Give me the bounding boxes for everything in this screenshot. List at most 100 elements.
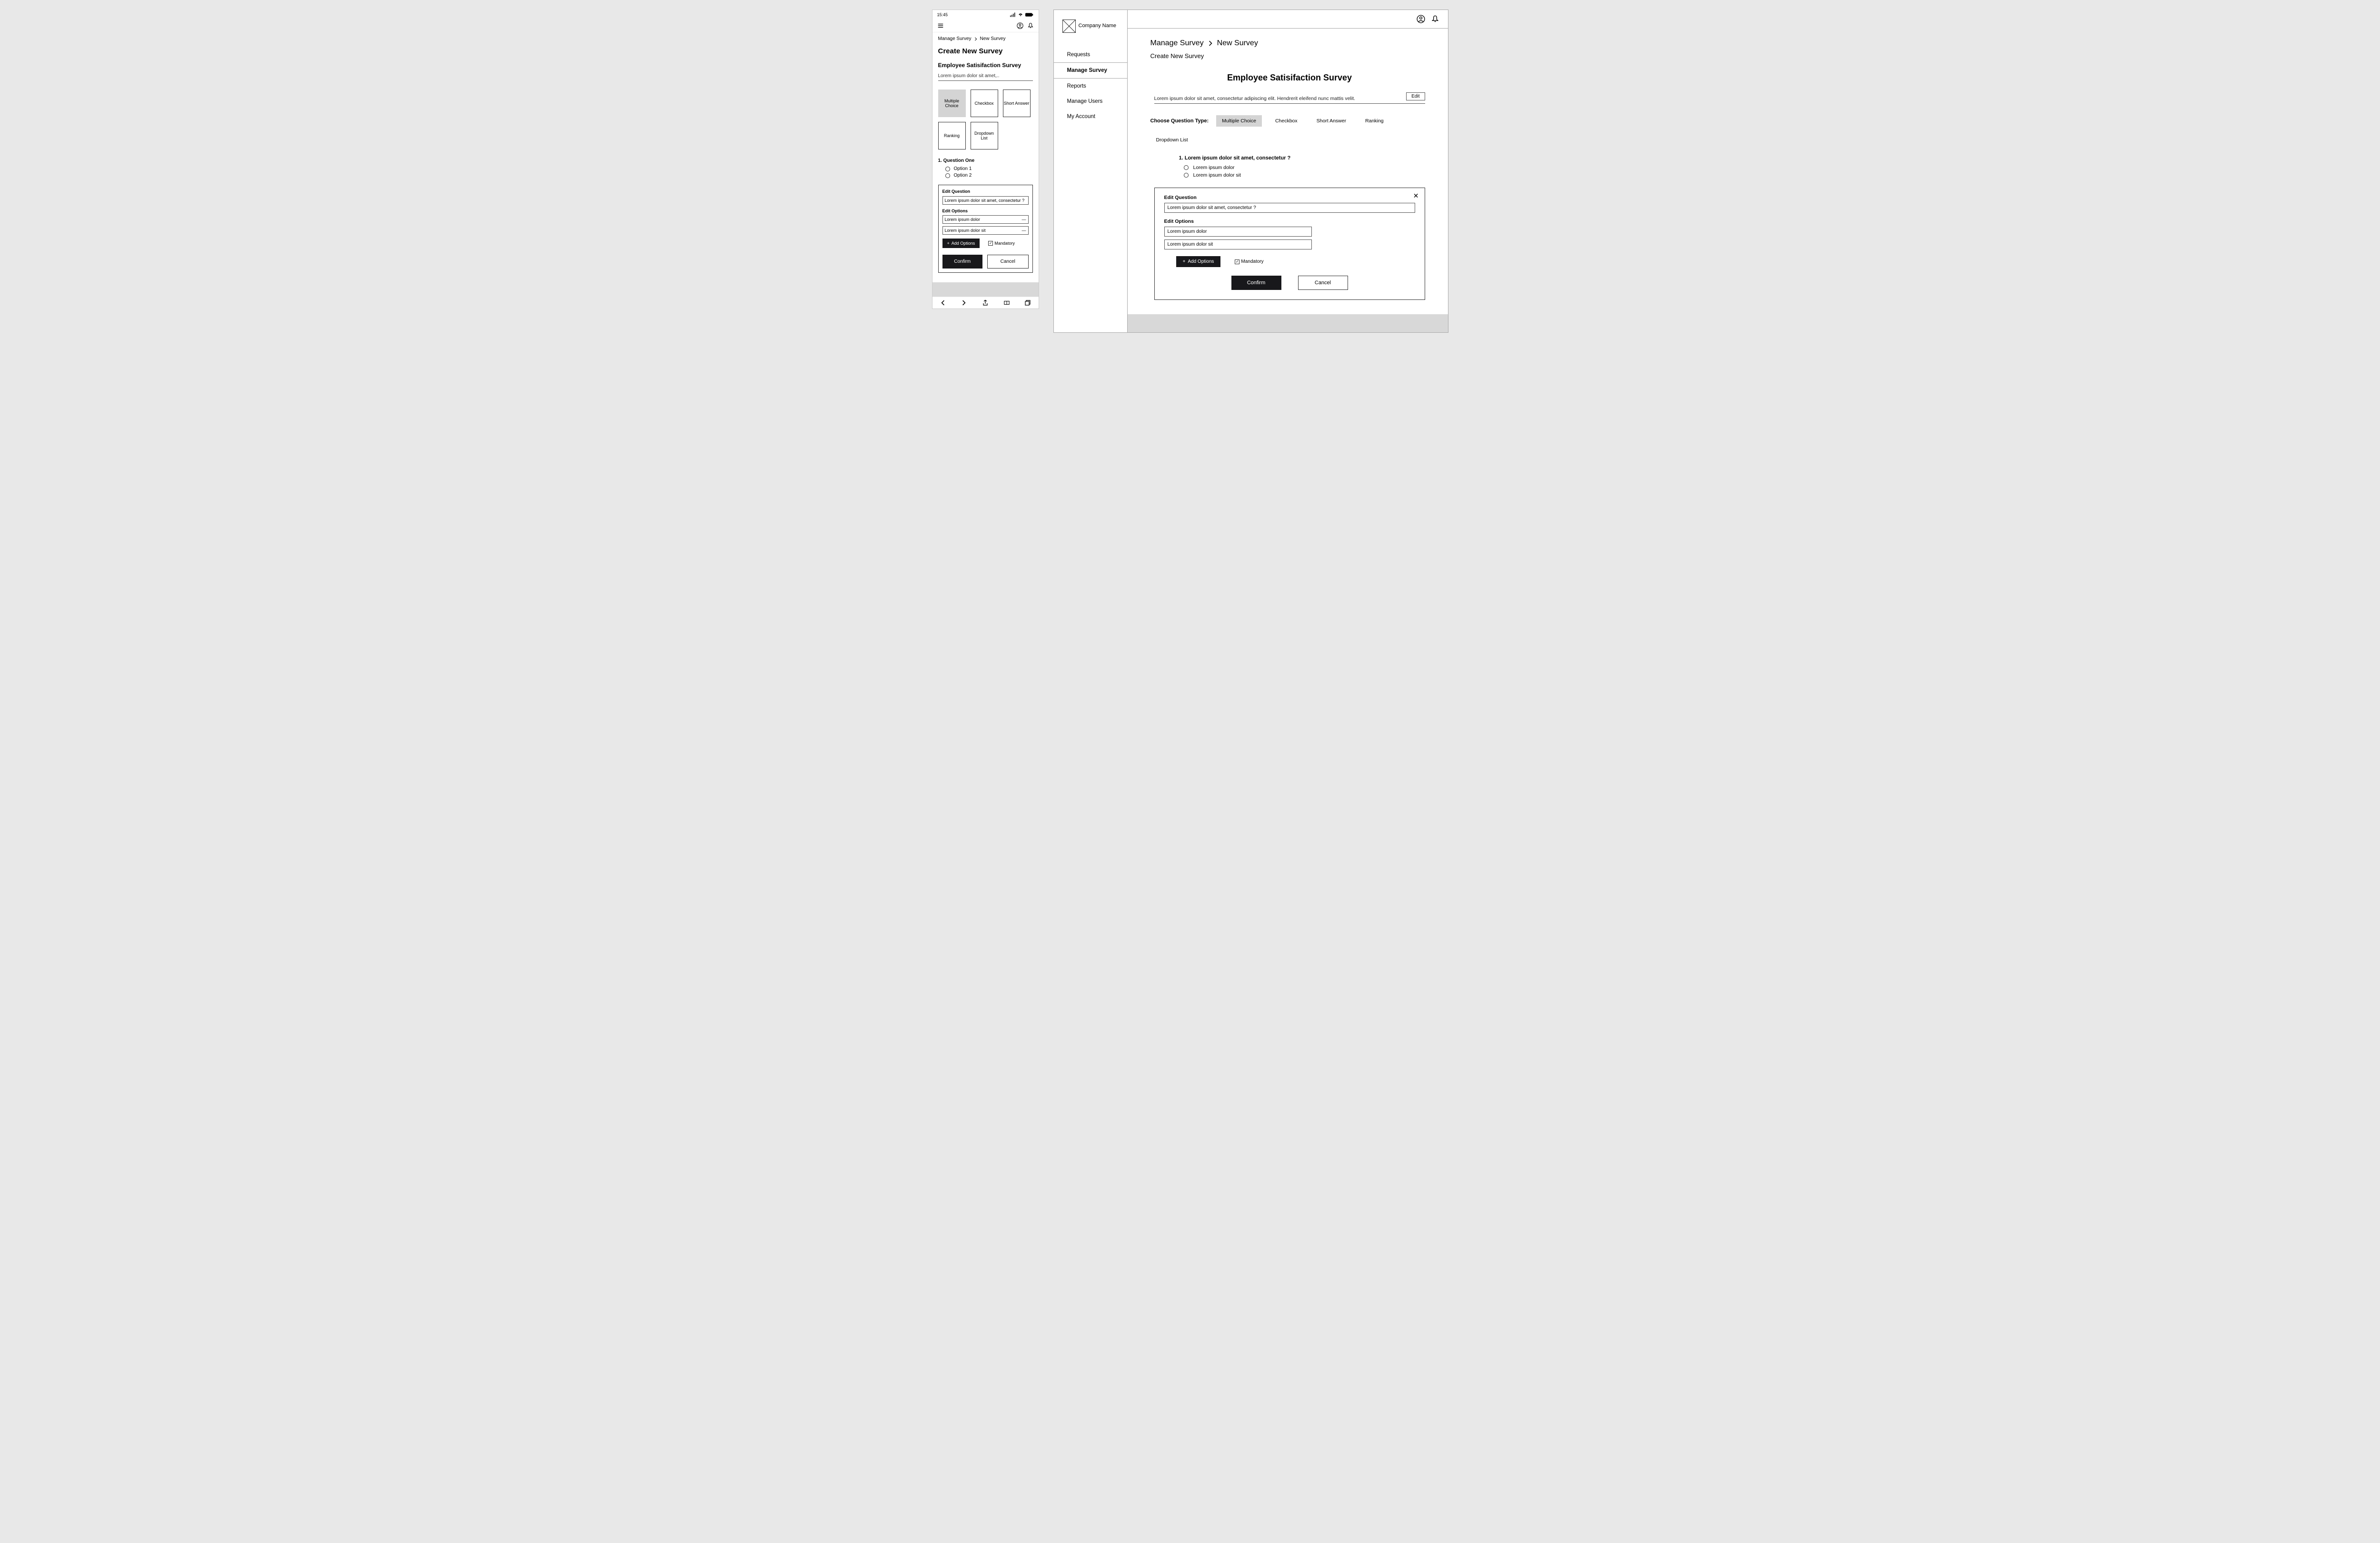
qtype-multiple-choice[interactable]: Multiple Choice: [1216, 115, 1262, 127]
qtype-ranking[interactable]: Ranking: [938, 122, 966, 149]
account-icon[interactable]: [1417, 15, 1425, 23]
back-icon[interactable]: [940, 300, 946, 306]
qtype-dropdown-list[interactable]: Dropdown List: [1150, 134, 1194, 146]
forward-icon[interactable]: [961, 300, 967, 306]
qtype-dropdown-list[interactable]: Dropdown List: [971, 122, 998, 149]
book-icon[interactable]: [1004, 300, 1010, 306]
option-label: Option 2: [954, 173, 972, 178]
checkbox-checked-icon: ✓: [1235, 259, 1240, 264]
mandatory-toggle[interactable]: ✓Mandatory: [988, 241, 1015, 246]
option-row[interactable]: Option 2: [945, 173, 1033, 178]
logo-icon: [1062, 20, 1076, 33]
confirm-button[interactable]: Confirm: [942, 255, 983, 269]
edit-question-input[interactable]: [942, 196, 1029, 205]
signal-icon: [1010, 12, 1016, 18]
breadcrumb: Manage Survey New Survey: [1150, 39, 1429, 48]
radio-icon: [945, 167, 950, 171]
option-label: Option 1: [954, 166, 972, 171]
mobile-topbar: [932, 20, 1039, 32]
sidebar-item-manage-survey[interactable]: Manage Survey: [1054, 62, 1127, 79]
checkbox-checked-icon: ✓: [988, 241, 993, 246]
option-label: Lorem ipsum dolor: [1193, 165, 1235, 170]
question-text: 1. Lorem ipsum dolor sit amet, consectet…: [1179, 155, 1429, 161]
bell-icon[interactable]: [1027, 22, 1034, 29]
wifi-icon: [1018, 12, 1023, 18]
footer-placeholder: [932, 282, 1039, 297]
account-icon[interactable]: [1017, 22, 1023, 29]
qtype-ranking[interactable]: Ranking: [1359, 115, 1389, 127]
option-label: Lorem ipsum dolor sit: [1193, 172, 1241, 178]
qtype-multiple-choice[interactable]: Multiple Choice: [938, 90, 966, 117]
breadcrumb: Manage Survey New Survey: [932, 32, 1039, 45]
breadcrumb-new: New Survey: [1217, 39, 1258, 48]
mandatory-toggle[interactable]: ✓Mandatory: [1235, 259, 1263, 264]
footer-placeholder: [1128, 314, 1448, 332]
cancel-button[interactable]: Cancel: [1298, 276, 1348, 290]
edit-option-text: Lorem ipsum dolor: [945, 217, 1022, 222]
close-icon[interactable]: ✕: [1413, 192, 1419, 200]
bell-icon[interactable]: [1431, 15, 1439, 23]
add-options-button[interactable]: +Add Options: [1176, 256, 1221, 267]
add-options-button[interactable]: +Add Options: [942, 239, 980, 248]
qtype-label: Choose Question Type:: [1150, 118, 1209, 124]
logo: Company Name: [1054, 20, 1127, 47]
confirm-button[interactable]: Confirm: [1231, 276, 1281, 290]
chevron-right-icon: [974, 37, 977, 41]
survey-desc[interactable]: Lorem ipsum dolor sit amet,..: [938, 71, 1033, 81]
qtype-checkbox[interactable]: Checkbox: [1269, 115, 1303, 127]
survey-desc-row: Lorem ipsum dolor sit amet, consectetur …: [1154, 92, 1425, 104]
hamburger-icon[interactable]: [937, 22, 944, 29]
survey-title: Employee Satisifaction Survey: [1150, 73, 1429, 83]
radio-icon: [1184, 173, 1189, 178]
question-type-row: Choose Question Type: Multiple Choice Ch…: [1150, 115, 1429, 146]
mobile-status-bar: 15:45: [932, 10, 1039, 20]
remove-icon[interactable]: —: [1022, 228, 1026, 233]
edit-option-row[interactable]: Lorem ipsum dolor sit—: [942, 226, 1029, 235]
option-row[interactable]: Lorem ipsum dolor: [1184, 165, 1429, 170]
sidebar: Company Name Requests Manage Survey Repo…: [1054, 10, 1128, 332]
edit-option-input[interactable]: [1164, 227, 1312, 237]
edit-question-input[interactable]: [1164, 203, 1415, 213]
qtype-short-answer[interactable]: Short Answer: [1311, 115, 1352, 127]
edit-option-input[interactable]: [1164, 239, 1312, 249]
breadcrumb-manage[interactable]: Manage Survey: [938, 36, 972, 41]
edit-option-row[interactable]: Lorem ipsum dolor—: [942, 215, 1029, 224]
radio-icon: [945, 173, 950, 178]
sidebar-item-requests[interactable]: Requests: [1054, 47, 1127, 62]
breadcrumb-manage[interactable]: Manage Survey: [1150, 39, 1204, 48]
breadcrumb-new: New Survey: [980, 36, 1006, 41]
plus-icon: +: [947, 241, 950, 246]
qtype-checkbox[interactable]: Checkbox: [971, 90, 998, 117]
edit-question-label: Edit Question: [1164, 195, 1415, 200]
question-type-grid: Multiple Choice Checkbox Short Answer Ra…: [938, 90, 1033, 149]
survey-desc: Lorem ipsum dolor sit amet, consectetur …: [1154, 96, 1398, 101]
share-icon[interactable]: [982, 300, 988, 306]
status-icons: [1010, 12, 1034, 18]
remove-icon[interactable]: —: [1022, 217, 1026, 222]
qtype-short-answer[interactable]: Short Answer: [1003, 90, 1031, 117]
status-time: 15:45: [937, 12, 948, 17]
sidebar-item-reports[interactable]: Reports: [1054, 79, 1127, 94]
desktop-header: [1128, 10, 1448, 29]
cancel-button[interactable]: Cancel: [987, 255, 1029, 269]
plus-icon: +: [1183, 259, 1186, 264]
desktop-main: Manage Survey New Survey Create New Surv…: [1128, 10, 1448, 332]
desktop-frame: Company Name Requests Manage Survey Repo…: [1053, 10, 1448, 333]
page-title: Create New Survey: [932, 45, 1039, 62]
sidebar-item-my-account[interactable]: My Account: [1054, 109, 1127, 124]
survey-title: Employee Satisifaction Survey: [938, 62, 1033, 71]
sidebar-item-manage-users[interactable]: Manage Users: [1054, 94, 1127, 109]
company-name: Company Name: [1079, 23, 1116, 29]
edit-question-label: Edit Question: [942, 189, 1029, 194]
mobile-bottom-nav: [932, 297, 1039, 309]
option-row[interactable]: Lorem ipsum dolor sit: [1184, 172, 1429, 178]
option-row[interactable]: Option 1: [945, 166, 1033, 171]
tabs-icon[interactable]: [1025, 300, 1031, 306]
battery-icon: [1025, 12, 1034, 17]
radio-icon: [1184, 165, 1189, 170]
question-preview: 1. Lorem ipsum dolor sit amet, consectet…: [1179, 155, 1429, 178]
edit-button[interactable]: Edit: [1406, 92, 1425, 100]
edit-question-panel: Edit Question Edit Options Lorem ipsum d…: [938, 185, 1033, 273]
question-label: 1. Question One: [938, 158, 1033, 163]
mobile-frame: 15:45 Manage Survey New Survey Create Ne…: [932, 10, 1039, 309]
